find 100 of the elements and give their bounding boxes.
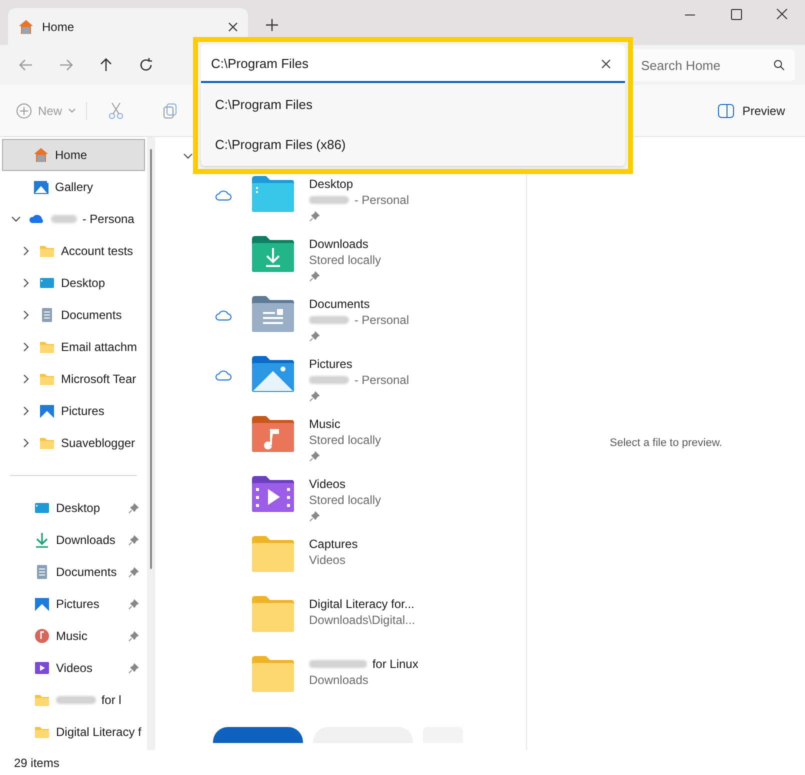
item-name: Videos: [309, 476, 346, 492]
sidebar-item[interactable]: Desktop: [2, 267, 145, 299]
sidebar-item[interactable]: Documents: [0, 556, 147, 588]
item-location: Stored locally: [309, 432, 382, 448]
close-icon[interactable]: [228, 22, 238, 32]
sidebar-item[interactable]: for l: [0, 684, 147, 716]
sidebar-label: Gallery: [55, 179, 94, 196]
folder-icon: [39, 435, 55, 451]
up-arrow-icon: [98, 57, 114, 73]
cloud-icon: [215, 309, 233, 321]
item-name: Captures: [309, 536, 358, 552]
sidebar-label: - Persona: [81, 211, 134, 228]
refresh-arrow-icon: [138, 57, 154, 73]
pin-icon: [128, 534, 139, 546]
sidebar-item[interactable]: Gallery: [2, 171, 145, 203]
sidebar-label: Digital Literacy f: [56, 724, 142, 741]
folder-icon: [39, 371, 55, 387]
desktop-icon: [34, 500, 50, 516]
pin-icon: [128, 630, 139, 642]
chevron-right-icon[interactable]: [21, 438, 31, 448]
pin-icon: [309, 391, 320, 402]
sidebar-item[interactable]: Home: [2, 139, 145, 171]
documents-icon: [39, 307, 55, 323]
sidebar-item[interactable]: Music: [0, 620, 147, 652]
chevron-right-icon[interactable]: [21, 246, 31, 256]
quick-access-item[interactable]: Downloads Stored locally: [155, 235, 526, 295]
chevron-down-icon[interactable]: [11, 214, 21, 224]
preview-button[interactable]: Preview: [718, 102, 785, 120]
caret-icon: [68, 106, 76, 114]
address-field[interactable]: C:\Program Files: [201, 45, 625, 83]
search-field[interactable]: Search Home: [631, 49, 795, 81]
sidebar-item[interactable]: Pictures: [0, 588, 147, 620]
sidebar-label: Music: [56, 628, 88, 645]
pin-icon: [309, 331, 320, 342]
sidebar-label: Suaveblogger: [61, 435, 136, 452]
tab[interactable]: Home: [8, 8, 248, 45]
sidebar-item[interactable]: Account tests: [2, 235, 145, 267]
chevron-right-icon[interactable]: [21, 406, 31, 416]
quick-access-item[interactable]: Videos Stored locally: [155, 475, 526, 535]
sidebar-item[interactable]: Documents: [2, 299, 145, 331]
quick-access-item[interactable]: Desktop - Personal: [155, 175, 526, 235]
sidebar-label: Documents: [56, 564, 117, 581]
desktop-icon: [39, 275, 55, 291]
plus-circle-icon: [16, 102, 32, 118]
sidebar-item[interactable]: Downloads: [0, 524, 147, 556]
chevron-down-icon[interactable]: [183, 151, 193, 161]
sidebar-item[interactable]: Pictures: [2, 395, 145, 427]
home-icon: [18, 18, 34, 34]
sidebar-label: Pictures: [56, 596, 100, 613]
clear-icon[interactable]: [601, 59, 611, 69]
address-suggestion[interactable]: C:\Program Files: [201, 86, 625, 124]
quick-access-item[interactable]: Digital Literacy for... Downloads\Digital...: [155, 595, 526, 655]
sidebar-item[interactable]: Suaveblogger: [2, 427, 145, 459]
quick-access-item[interactable]: for Linux Downloads: [155, 655, 526, 715]
item-location: Stored locally: [309, 492, 382, 508]
quick-access-item[interactable]: Documents - Personal: [155, 295, 526, 355]
quick-access-item[interactable]: Captures Videos: [155, 535, 526, 595]
sidebar-item[interactable]: Digital Literacy f: [0, 716, 147, 748]
desktop-folder-icon: [251, 175, 295, 213]
sidebar-label: Account tests: [61, 243, 134, 260]
sidebar-label: Videos: [56, 660, 92, 677]
quick-access-item[interactable]: Music Stored locally: [155, 415, 526, 475]
folder-icon: [251, 595, 295, 633]
address-suggestion[interactable]: C:\Program Files (x86): [201, 125, 625, 164]
downloads-folder-icon: [251, 235, 295, 273]
tab-title: Home: [42, 18, 76, 36]
copy-icon[interactable]: [161, 102, 180, 120]
documents-icon: [34, 564, 50, 580]
folder-icon: [39, 243, 55, 259]
preview-message: Select a file to preview.: [610, 436, 722, 452]
pictures-icon: [34, 596, 50, 612]
cut-icon[interactable]: [107, 102, 126, 120]
videos-icon: [34, 660, 50, 676]
chevron-right-icon[interactable]: [21, 374, 31, 384]
sidebar-label: Email attachm: [61, 339, 138, 356]
sidebar-item[interactable]: Email attachm: [2, 331, 145, 363]
quick-access-item[interactable]: Pictures - Personal: [155, 355, 526, 415]
sidebar-item[interactable]: Videos: [0, 652, 147, 684]
sidebar-label: Documents: [61, 307, 122, 324]
pin-icon: [309, 211, 320, 222]
pin-icon: [128, 566, 139, 578]
new-tab-icon[interactable]: [266, 19, 278, 31]
pin-icon: [128, 502, 139, 514]
pictures-icon: [39, 403, 55, 419]
sidebar-item[interactable]: Microsoft Tear: [2, 363, 145, 395]
folder-icon: [34, 724, 50, 740]
pin-icon: [309, 511, 320, 522]
pin-icon: [128, 598, 139, 610]
chevron-right-icon[interactable]: [21, 278, 31, 288]
sidebar-item[interactable]: Desktop: [0, 492, 147, 524]
sidebar-label: for l: [100, 692, 122, 709]
documents-folder-icon: [251, 295, 295, 333]
sidebar-label: Home: [55, 147, 88, 164]
sidebar-label: Pictures: [61, 403, 104, 420]
sidebar-item[interactable]: - Persona: [2, 203, 145, 235]
folder-icon: [34, 692, 50, 708]
chevron-right-icon[interactable]: [21, 310, 31, 320]
chevron-right-icon[interactable]: [21, 342, 31, 352]
scrollbar[interactable]: [147, 137, 155, 750]
search-icon: [773, 59, 785, 71]
